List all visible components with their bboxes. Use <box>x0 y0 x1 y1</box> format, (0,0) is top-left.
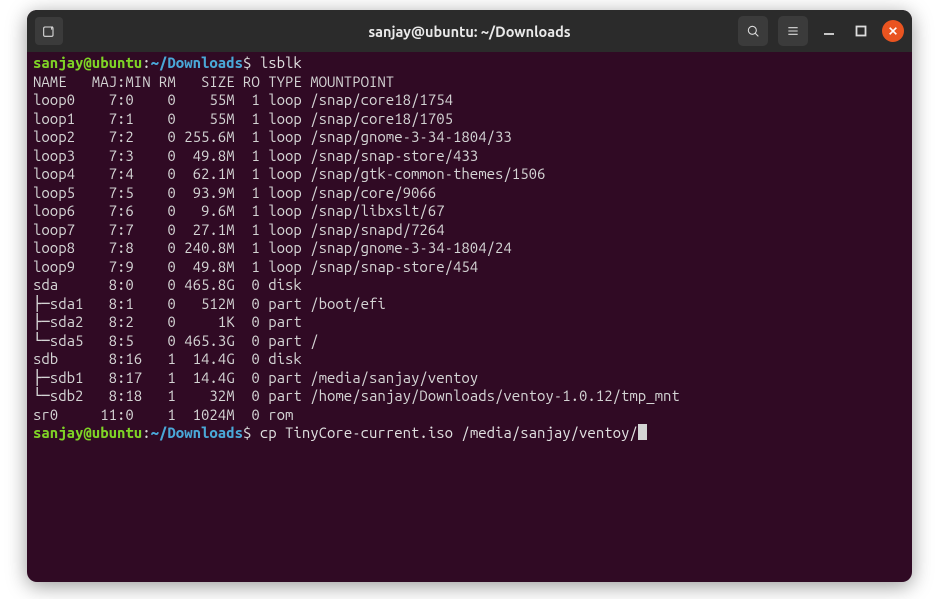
close-icon <box>888 26 898 36</box>
titlebar-left <box>35 17 63 45</box>
lsblk-row: └─sdb2 8:18 1 32M 0 part /home/sanjay/Do… <box>33 387 906 406</box>
lsblk-row: loop7 7:7 0 27.1M 1 loop /snap/snapd/726… <box>33 221 906 240</box>
new-tab-button[interactable] <box>35 17 63 45</box>
lsblk-row: loop8 7:8 0 240.8M 1 loop /snap/gnome-3-… <box>33 239 906 258</box>
prompt-path: ~/Downloads <box>151 424 243 441</box>
close-button[interactable] <box>882 20 904 42</box>
minimize-icon <box>823 25 835 37</box>
cursor <box>638 424 647 440</box>
lsblk-row: loop1 7:1 0 55M 1 loop /snap/core18/1705 <box>33 110 906 129</box>
prompt-sep: : <box>142 424 150 441</box>
command-text: cp TinyCore-current.iso /media/sanjay/ve… <box>260 424 638 441</box>
lsblk-row: loop9 7:9 0 49.8M 1 loop /snap/snap-stor… <box>33 258 906 277</box>
prompt-sigil: $ <box>243 424 260 441</box>
lsblk-row: loop0 7:0 0 55M 1 loop /snap/core18/1754 <box>33 91 906 110</box>
search-icon <box>745 23 761 39</box>
lsblk-row: loop6 7:6 0 9.6M 1 loop /snap/libxslt/67 <box>33 202 906 221</box>
lsblk-row: ├─sdb1 8:17 1 14.4G 0 part /media/sanjay… <box>33 369 906 388</box>
prompt-sigil: $ <box>243 54 260 71</box>
lsblk-row: ├─sda1 8:1 0 512M 0 part /boot/efi <box>33 295 906 314</box>
menu-button[interactable] <box>778 16 808 46</box>
maximize-button[interactable] <box>850 20 872 42</box>
new-tab-icon <box>41 23 57 39</box>
titlebar-right <box>738 16 904 46</box>
lsblk-row: loop2 7:2 0 255.6M 1 loop /snap/gnome-3-… <box>33 128 906 147</box>
hamburger-icon <box>785 23 801 39</box>
lsblk-row: sda 8:0 0 465.8G 0 disk <box>33 276 906 295</box>
prompt-path: ~/Downloads <box>151 54 243 71</box>
terminal-body[interactable]: sanjay@ubuntu:~/Downloads$ lsblkNAME MAJ… <box>27 52 912 582</box>
prompt-userhost: sanjay@ubuntu <box>33 424 142 441</box>
prompt-line-1: sanjay@ubuntu:~/Downloads$ lsblk <box>33 54 906 73</box>
prompt-line-2: sanjay@ubuntu:~/Downloads$ cp TinyCore-c… <box>33 424 906 443</box>
lsblk-row: sdb 8:16 1 14.4G 0 disk <box>33 350 906 369</box>
prompt-sep: : <box>142 54 150 71</box>
lsblk-row: loop4 7:4 0 62.1M 1 loop /snap/gtk-commo… <box>33 165 906 184</box>
titlebar: sanjay@ubuntu: ~/Downloads <box>27 10 912 52</box>
lsblk-row: sr0 11:0 1 1024M 0 rom <box>33 406 906 425</box>
lsblk-row: loop3 7:3 0 49.8M 1 loop /snap/snap-stor… <box>33 147 906 166</box>
lsblk-row: loop5 7:5 0 93.9M 1 loop /snap/core/9066 <box>33 184 906 203</box>
search-button[interactable] <box>738 16 768 46</box>
prompt-userhost: sanjay@ubuntu <box>33 54 142 71</box>
lsblk-header: NAME MAJ:MIN RM SIZE RO TYPE MOUNTPOINT <box>33 73 906 92</box>
command-text: lsblk <box>260 54 302 71</box>
lsblk-row: └─sda5 8:5 0 465.3G 0 part / <box>33 332 906 351</box>
minimize-button[interactable] <box>818 20 840 42</box>
maximize-icon <box>855 25 867 37</box>
lsblk-row: ├─sda2 8:2 0 1K 0 part <box>33 313 906 332</box>
terminal-window: sanjay@ubuntu: ~/Downloads sanjay@ubuntu… <box>27 10 912 582</box>
